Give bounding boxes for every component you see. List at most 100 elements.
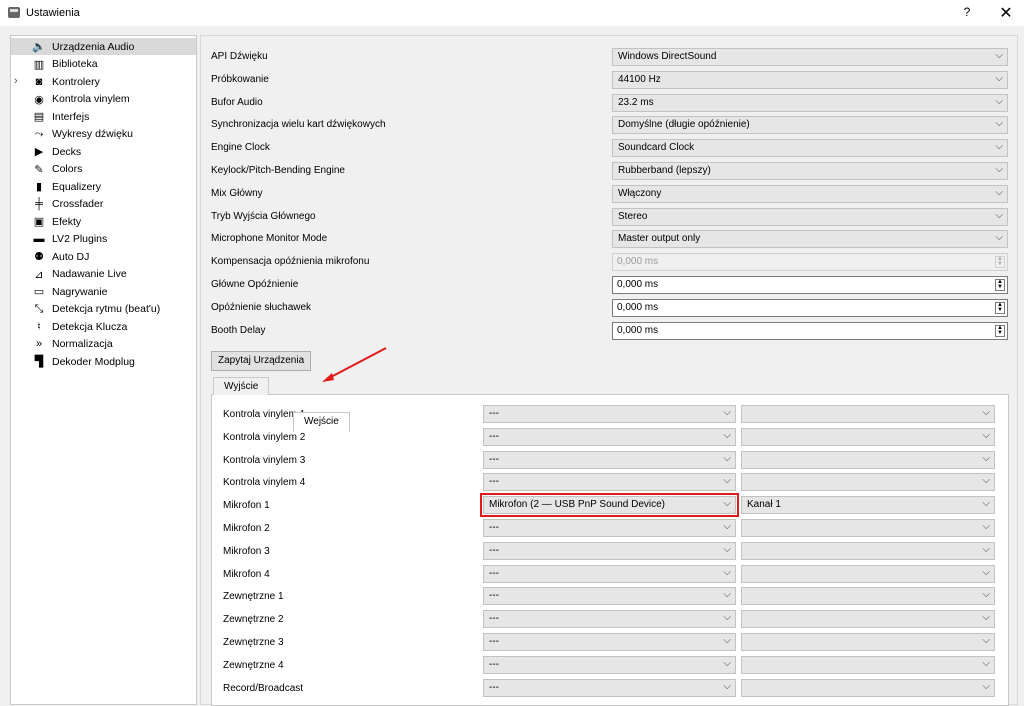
input-device-value: --- bbox=[489, 681, 499, 693]
input-device-dropdown[interactable]: --- ⌵ bbox=[483, 473, 736, 492]
setting-value: Rubberband (lepszy) bbox=[618, 165, 711, 176]
input-channel-dropdown[interactable]: ⌵ bbox=[741, 405, 995, 423]
input-device-value: --- bbox=[489, 636, 499, 647]
sidebar-item[interactable]: ▬ LV2 Plugins bbox=[11, 231, 196, 248]
sidebar-item[interactable]: ▤ Interfejs bbox=[11, 108, 196, 125]
input-device-dropdown[interactable]: --- ⌵ bbox=[483, 405, 736, 423]
spin-down-icon[interactable]: ▼ bbox=[997, 330, 1003, 336]
chevron-down-icon: ⌵ bbox=[995, 50, 1003, 61]
setting-dropdown[interactable]: Rubberband (lepszy) ⌵ bbox=[612, 162, 1008, 180]
setting-dropdown[interactable]: Włączony ⌵ bbox=[612, 184, 1008, 203]
sidebar-item-label: Kontrolery bbox=[52, 75, 100, 88]
input-label: Mikrofon 1 bbox=[223, 500, 270, 512]
setting-dropdown[interactable]: 23.2 ms ⌵ bbox=[612, 93, 1008, 112]
tab-input[interactable]: Wejście bbox=[293, 412, 350, 432]
spin-arrows-icon[interactable]: ▲ ▼ bbox=[995, 301, 1005, 314]
chevron-down-icon: ⌵ bbox=[723, 521, 731, 532]
setting-dropdown[interactable]: 44100 Hz ⌵ bbox=[612, 70, 1008, 89]
sound-hardware-panel: Kontrola vinylem 1 --- ⌵ ⌵ Kontrola vinylem … bbox=[200, 35, 1018, 706]
highlight-annotation bbox=[480, 493, 739, 518]
setting-dropdown[interactable]: Windows DirectSound ⌵ bbox=[612, 48, 1008, 66]
setting-dropdown[interactable]: Domyślne (długie opóźnienie) ⌵ bbox=[612, 116, 1008, 135]
sidebar-item-label: Crossfader bbox=[52, 198, 104, 210]
setting-label: Próbkowanie bbox=[211, 73, 269, 85]
input-channel-dropdown[interactable]: ⌵ bbox=[741, 633, 995, 651]
sidebar-item[interactable]: ♮ Detekcja Klucza bbox=[11, 318, 196, 335]
tab-output[interactable]: Wyjście bbox=[213, 377, 270, 395]
sidebar-item[interactable]: ◙ Kontrolery bbox=[11, 73, 196, 90]
sidebar-item[interactable]: » Normalizacja bbox=[11, 336, 196, 353]
setting-dropdown[interactable]: Master output only ⌵ bbox=[612, 230, 1008, 249]
setting-label: Mix Główny bbox=[211, 187, 263, 199]
input-channel-dropdown[interactable]: ⌵ bbox=[741, 473, 995, 492]
input-channel-dropdown[interactable]: ⌵ bbox=[741, 519, 995, 537]
input-device-dropdown[interactable]: --- ⌵ bbox=[483, 610, 736, 629]
sidebar-item[interactable]: ⤳ Wykresy dźwięku bbox=[11, 126, 196, 143]
input-device-dropdown[interactable]: --- ⌵ bbox=[483, 564, 736, 583]
app-icon bbox=[8, 7, 20, 18]
sidebar-item[interactable]: ▣ Efekty bbox=[11, 213, 196, 230]
spin-arrows-icon[interactable]: ▲ ▼ bbox=[995, 324, 1005, 337]
setting-spinbox[interactable]: 0,000 ms ▲ ▼ bbox=[612, 276, 1008, 294]
sidebar-item[interactable]: ⊿ Nadawanie Live bbox=[11, 266, 196, 283]
sidebar-item-label: Nadawanie Live bbox=[52, 268, 127, 280]
input-device-value: --- bbox=[489, 453, 499, 465]
query-devices-button[interactable]: Zapytaj Urządzenia bbox=[211, 351, 312, 371]
input-channel-dropdown[interactable]: ⌵ bbox=[741, 655, 995, 674]
expand-arrow-icon[interactable]: › bbox=[14, 75, 18, 87]
chevron-down-icon: ⌵ bbox=[982, 521, 990, 532]
input-label: Mikrofon 3 bbox=[223, 545, 270, 557]
input-device-dropdown[interactable]: --- ⌵ bbox=[483, 450, 736, 469]
sidebar-item[interactable]: ✎ Colors bbox=[11, 161, 196, 178]
input-channel-dropdown[interactable]: ⌵ bbox=[741, 587, 995, 606]
input-device-dropdown[interactable]: --- ⌵ bbox=[483, 678, 736, 697]
chevron-down-icon: ⌵ bbox=[995, 118, 1003, 130]
input-channel-dropdown[interactable]: ⌵ bbox=[741, 610, 995, 629]
input-device-dropdown[interactable]: --- ⌵ bbox=[483, 519, 736, 537]
input-device-dropdown[interactable]: --- ⌵ bbox=[483, 633, 736, 651]
input-channel-dropdown[interactable]: ⌵ bbox=[741, 541, 995, 560]
input-channel-dropdown[interactable]: ⌵ bbox=[741, 564, 995, 583]
input-tab-panel: Kontrola vinylem 1 --- ⌵ ⌵ Kontrola vinylem … bbox=[211, 394, 1009, 706]
spin-arrows-icon[interactable]: ▲ ▼ bbox=[995, 279, 1005, 291]
setting-dropdown[interactable]: Stereo ⌵ bbox=[612, 207, 1008, 226]
library-icon: ▥ bbox=[33, 58, 45, 71]
input-channel-dropdown[interactable]: Kanał 1 ⌵ bbox=[741, 496, 995, 515]
setting-value: 0,000 ms bbox=[617, 256, 659, 268]
spin-arrows-icon[interactable]: ▲ ▼ bbox=[995, 256, 1005, 269]
help-button[interactable]: ? bbox=[957, 5, 977, 19]
input-label: Mikrofon 4 bbox=[223, 568, 270, 580]
sidebar-item[interactable]: ▜ Dekoder Modplug bbox=[11, 353, 196, 370]
setting-spinbox[interactable]: 0,000 ms ▲ ▼ bbox=[612, 321, 1008, 340]
input-channel-dropdown[interactable]: ⌵ bbox=[741, 427, 995, 446]
sidebar-item[interactable]: ◉ Kontrola vinylem bbox=[11, 91, 196, 108]
close-button[interactable]: ✕ bbox=[995, 3, 1017, 23]
sidebar-item-label: Kontrola vinylem bbox=[52, 93, 130, 105]
spin-down-icon[interactable]: ▼ bbox=[997, 307, 1003, 313]
waveform-icon: ⤳ bbox=[34, 127, 44, 140]
sidebar-item[interactable]: ▥ Biblioteka bbox=[11, 56, 196, 73]
play-icon: ▶ bbox=[34, 146, 44, 158]
input-channel-dropdown[interactable]: ⌵ bbox=[741, 678, 995, 697]
chevron-down-icon: ⌵ bbox=[723, 589, 731, 601]
sidebar-item[interactable]: ⚉ Auto DJ bbox=[11, 248, 196, 265]
input-device-dropdown[interactable]: --- ⌵ bbox=[483, 541, 736, 560]
effects-icon: ▣ bbox=[33, 216, 45, 228]
sidebar-item[interactable]: 🔈 Urządzenia Audio bbox=[11, 38, 196, 55]
input-device-dropdown[interactable]: --- ⌵ bbox=[483, 587, 736, 606]
chevron-down-icon: ⌵ bbox=[723, 543, 731, 555]
sidebar-item[interactable]: ⤡ Detekcja rytmu (beat'u) bbox=[11, 301, 196, 318]
spin-down-icon[interactable]: ▼ bbox=[997, 261, 1003, 267]
chevron-down-icon: ⌵ bbox=[995, 209, 1003, 221]
input-device-dropdown[interactable]: --- ⌵ bbox=[483, 427, 736, 446]
sidebar-item[interactable]: ╪ Crossfader bbox=[11, 196, 196, 213]
setting-dropdown[interactable]: Soundcard Clock ⌵ bbox=[612, 139, 1008, 158]
sidebar-item[interactable]: ▮ Equalizery bbox=[11, 178, 196, 195]
spin-down-icon[interactable]: ▼ bbox=[997, 284, 1003, 290]
setting-spinbox[interactable]: 0,000 ms ▲ ▼ bbox=[612, 298, 1008, 317]
sidebar-item[interactable]: ▶ Decks bbox=[11, 143, 196, 160]
chevron-down-icon: ⌵ bbox=[982, 612, 990, 624]
input-device-dropdown[interactable]: --- ⌵ bbox=[483, 655, 736, 674]
sidebar-item[interactable]: ▭ Nagrywanie bbox=[11, 283, 196, 300]
input-channel-dropdown[interactable]: ⌵ bbox=[741, 450, 995, 469]
